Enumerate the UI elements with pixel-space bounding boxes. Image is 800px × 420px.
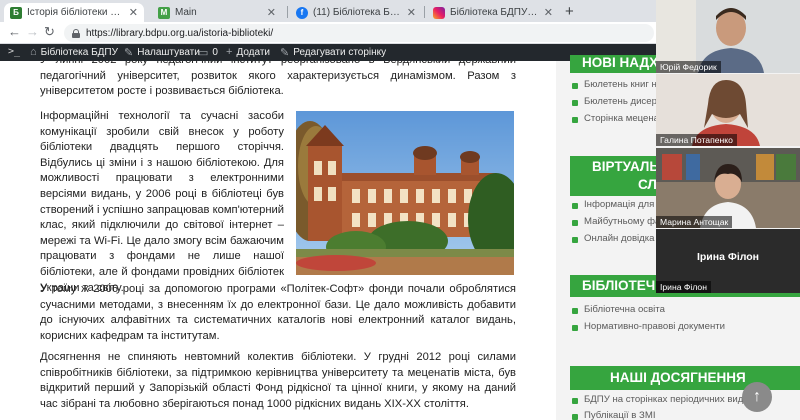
home-icon: ⌂ [30, 46, 37, 58]
participant-video-tile[interactable]: Марина Антощак [656, 148, 800, 228]
customize-label: Налаштувати [137, 47, 200, 58]
comments-link[interactable]: ▭ 0 [198, 46, 218, 59]
edit-page-label: Редагувати сторінку [293, 47, 387, 58]
tab-facebook[interactable]: f (11) Бібліотека БДПУ | Berdiansk ✕ [290, 3, 422, 22]
library-favicon-icon: Б [10, 6, 22, 19]
article-paragraph: Інформаційні технології та сучасні засоб… [40, 110, 284, 294]
tab-separator [287, 6, 288, 18]
library-building-photo [296, 111, 514, 275]
plus-icon: + [226, 46, 233, 58]
reload-icon[interactable]: ↻ [44, 24, 55, 40]
add-new-link[interactable]: + Додати [226, 46, 270, 58]
pencil-icon: ✎ [280, 47, 290, 59]
url-input[interactable]: https://library.bdpu.org.ua/istoria-bibl… [64, 24, 654, 42]
participant-center-name: Ірина Філон [696, 251, 760, 263]
tab-library-history[interactable]: Б Історія бібліотеки – Бібліотека БД ✕ [4, 3, 144, 22]
main-favicon-icon: M [158, 6, 170, 19]
customize-link[interactable]: ✎ Налаштувати [124, 46, 200, 59]
article-paragraph: У тому ж 2006 році за допомогою програми… [40, 283, 516, 342]
participant-video-tile[interactable]: Галина Потапенко [656, 74, 800, 146]
tab-separator [424, 6, 425, 18]
tab-instagram[interactable]: Бібліотека БДПУ (@librarybdpu) ✕ [427, 3, 559, 22]
site-name-link[interactable]: ⌂ Бібліотека БДПУ [30, 46, 118, 58]
back-arrow-icon[interactable]: ← [8, 24, 21, 39]
close-tab-icon[interactable]: ✕ [267, 6, 276, 19]
participant-name: Галина Потапенко [656, 134, 737, 146]
participant-video-tile[interactable]: Юрій Федорик [656, 0, 800, 73]
url-text: https://library.bdpu.org.ua/istoria-bibl… [86, 27, 274, 39]
admin-terminal-icon[interactable]: >_ [8, 46, 20, 57]
comments-count: 0 [212, 47, 218, 58]
scroll-to-top-button[interactable]: ↑ [742, 382, 772, 412]
tab-title: Бібліотека БДПУ (@librarybdpu) [450, 7, 539, 18]
edit-page-link[interactable]: ✎ Редагувати сторінку [280, 46, 386, 59]
tab-main[interactable]: M Main ✕ [152, 3, 282, 22]
sidebar-link[interactable]: Онлайн довідка [570, 233, 655, 244]
lock-icon [72, 28, 80, 38]
participant-name: Марина Антощак [656, 216, 733, 228]
brush-icon: ✎ [124, 47, 134, 59]
article-paragraph: Досягнення не спиняють невтомний колекти… [40, 351, 516, 410]
instagram-icon [433, 6, 445, 19]
article-content: У липні 2002 року педагогічний інститут … [0, 61, 540, 420]
forward-arrow-icon[interactable]: → [26, 24, 39, 39]
participant-name: Юрій Федорик [656, 61, 721, 73]
facebook-icon: f [296, 6, 308, 19]
article-paragraph: У липні 2002 року педагогічний інститут … [40, 61, 516, 98]
close-tab-icon[interactable]: ✕ [407, 6, 416, 19]
tab-title: Main [175, 7, 197, 18]
sidebar-link[interactable]: БДПУ на сторінках періодичних видань [570, 394, 759, 405]
close-tab-icon[interactable]: ✕ [129, 6, 138, 19]
participant-name: Ірина Філон [656, 281, 711, 293]
comment-icon: ▭ [198, 47, 209, 59]
add-new-label: Додати [236, 46, 271, 58]
new-tab-button[interactable]: + [565, 3, 574, 20]
site-name-label: Бібліотека БДПУ [40, 46, 118, 58]
tab-title: Історія бібліотеки – Бібліотека БД [27, 7, 124, 18]
sidebar-link[interactable]: Сторінка мецената [570, 113, 668, 124]
sidebar-link[interactable]: Бібліотечна освіта [570, 304, 665, 315]
participant-video-tile[interactable]: Ірина Філон Ірина Філон [656, 229, 800, 293]
close-tab-icon[interactable]: ✕ [544, 6, 553, 19]
tab-title: (11) Бібліотека БДПУ | Berdiansk [313, 7, 402, 18]
sidebar-link[interactable]: Нормативно-правові документи [570, 321, 725, 332]
sidebar-link[interactable]: Публікації в ЗМІ [570, 410, 656, 420]
arrow-up-icon: ↑ [753, 388, 761, 405]
